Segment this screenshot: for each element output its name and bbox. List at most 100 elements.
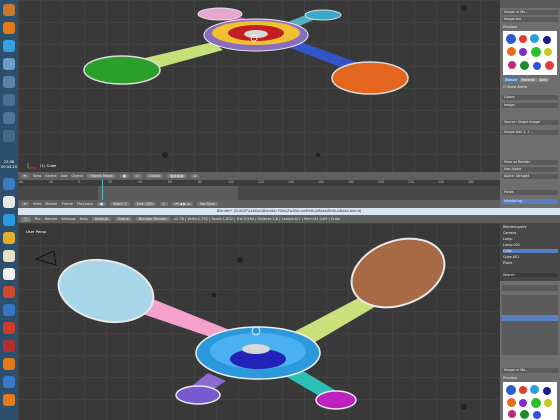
start-frame-field[interactable]: Start: 1 (110, 202, 130, 206)
texture-slot[interactable]: image.tex (502, 17, 558, 22)
timeline-panel[interactable]: -40 -20 0 20 40 60 80 100 120 140 160 18… (18, 180, 500, 200)
layers-button[interactable]: ▦▦▦▦ (167, 174, 187, 178)
preview-section-label[interactable]: Preview (503, 25, 517, 29)
sync-select[interactable]: No Sync (197, 202, 219, 206)
preview-dot (545, 61, 554, 70)
ie-icon[interactable] (3, 214, 15, 226)
blender-app-icon-4[interactable] (3, 394, 15, 406)
app-icon[interactable] (3, 286, 15, 298)
tab-data[interactable]: Data (537, 78, 550, 82)
shading-button[interactable]: ● (119, 174, 129, 178)
current-frame-field[interactable]: 1 (159, 202, 168, 206)
app-icon[interactable] (3, 322, 15, 334)
object-menu[interactable]: Object (71, 174, 83, 178)
image-name-field[interactable]: Image or Mo... (502, 10, 558, 15)
image-name-field-2[interactable]: Image or Mo... (502, 368, 558, 373)
timeline-tick: 120 (258, 180, 265, 184)
outliner-item[interactable]: Lamp (503, 237, 558, 241)
image-section[interactable]: Image (502, 103, 558, 108)
image-info: Image.inst 1, +... (502, 130, 558, 135)
preview-dot (530, 34, 539, 43)
preview-dot (530, 385, 539, 394)
texture-slots-list[interactable] (502, 295, 558, 355)
blender-app-icon-3[interactable] (3, 358, 15, 370)
timeline-tick: 260 (468, 180, 475, 184)
file-menu[interactable]: File (35, 217, 41, 221)
end-label: End: (136, 202, 145, 206)
chrome-icon[interactable] (3, 232, 15, 244)
outliner-item[interactable]: Camera (503, 231, 558, 235)
select-menu[interactable]: Select (45, 174, 56, 178)
app-icon[interactable] (3, 112, 15, 124)
view-as-render-checkbox[interactable]: View as Render (502, 160, 558, 165)
frame-menu[interactable]: Frame (62, 202, 73, 206)
preview-dot (519, 399, 527, 407)
view-menu[interactable]: View (33, 174, 42, 178)
use-alpha-checkbox[interactable]: Use Alpha (502, 167, 558, 172)
snap-button[interactable]: ⌂ (190, 174, 200, 178)
render-engine-select[interactable]: Blender Render (135, 217, 170, 221)
app-icon[interactable] (3, 94, 15, 106)
top-viewport-header: ▾ View Select Add Object Object Mode ● ◇… (18, 172, 500, 180)
app-icon[interactable] (3, 130, 15, 142)
timeline-view-menu[interactable]: View (33, 202, 42, 206)
app-icon[interactable] (3, 376, 15, 388)
fields-checkbox[interactable]: Fields (502, 190, 558, 195)
layout-select[interactable]: Default (91, 217, 111, 221)
playhead[interactable] (102, 180, 103, 200)
preview-section-label-2[interactable]: Preview (503, 376, 517, 380)
start-label: Start: (113, 202, 124, 206)
timeline-tick: 200 (378, 180, 385, 184)
colors-section[interactable]: Colors (502, 95, 558, 100)
source-field[interactable]: Source: Single Image (502, 120, 558, 125)
app-icon[interactable] (3, 340, 15, 352)
app-icon[interactable] (3, 40, 15, 52)
info-editor-button[interactable]: ⓘ (21, 216, 31, 222)
record-button[interactable]: ● (97, 202, 107, 206)
editor-type-button[interactable]: ▾ (21, 174, 29, 178)
timeline-header: ▾ View Marker Frame Playback ● Start: 1 … (18, 200, 500, 208)
properties-tab-bar[interactable] (502, 285, 558, 291)
app-icon[interactable] (3, 76, 15, 88)
folder-icon[interactable] (3, 250, 15, 262)
play-controls[interactable]: ⏮ ◀ ▶ ⏭ (171, 202, 194, 206)
preview-dot (507, 47, 516, 56)
pivot-button[interactable]: ◇ (132, 174, 142, 178)
tab-texture[interactable]: Texture (503, 78, 519, 82)
outliner-item[interactable]: RenderLayers (503, 225, 558, 229)
preview-dot (506, 385, 516, 395)
help-menu[interactable]: Help (80, 217, 88, 221)
top-3d-viewport[interactable]: (1) Cube (18, 0, 500, 172)
outliner-item-selected[interactable]: Cube (503, 249, 558, 253)
app-icon[interactable] (3, 268, 15, 280)
blender-app-icon[interactable] (3, 4, 15, 16)
playback-menu[interactable]: Playback (77, 202, 93, 206)
render-menu[interactable]: Render (45, 217, 58, 221)
timeline-tick: 220 (408, 180, 415, 184)
right-bottom-panels: RenderLayers Camera Lamp Lamp.001 Cube C… (500, 223, 560, 420)
outliner-item[interactable]: Cube.001 (503, 255, 558, 259)
marker-menu[interactable]: Marker (45, 202, 57, 206)
scene-select[interactable]: Scene (114, 217, 132, 221)
alpha-mode-select[interactable]: Alpha: Straight (502, 174, 558, 179)
window-menu[interactable]: Window (61, 217, 75, 221)
windows-start-icon[interactable] (3, 196, 15, 208)
mode-select[interactable]: Object Mode (87, 174, 116, 178)
app-icon[interactable] (3, 58, 15, 70)
outliner-item[interactable]: Plane (503, 261, 558, 265)
editor-type-button[interactable]: ▾ (21, 202, 29, 206)
bottom-3d-viewport[interactable]: User Persp (18, 223, 500, 420)
notification-icon[interactable] (3, 178, 15, 190)
alpha-checkbox[interactable]: ☐ Show Alpha (503, 85, 527, 89)
add-menu[interactable]: Add (60, 174, 67, 178)
app-icon[interactable] (3, 304, 15, 316)
end-frame-field[interactable]: End: 250 (133, 202, 156, 206)
interlacing-row[interactable]: Interlacing (502, 199, 558, 204)
texture-slot-selected[interactable] (502, 315, 558, 321)
outliner-search[interactable]: Search (503, 273, 558, 277)
blender-app-icon-2[interactable] (3, 22, 15, 34)
orientation-select[interactable]: Global (145, 174, 164, 178)
lamp-icon (237, 257, 243, 263)
tab-material[interactable]: Material (519, 78, 537, 82)
outliner-item[interactable]: Lamp.001 (503, 243, 558, 247)
